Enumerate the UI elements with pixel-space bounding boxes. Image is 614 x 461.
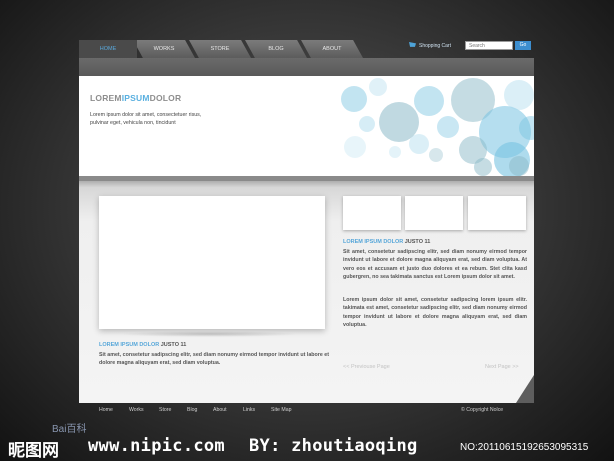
shopping-cart-link[interactable]: Shopping Cart — [409, 42, 451, 49]
title-blue: LOREM IPSUM DOLOR — [343, 239, 404, 245]
bubble-circle — [429, 148, 443, 162]
footer-link-store[interactable]: Store — [159, 407, 171, 413]
bubble-circle — [437, 116, 459, 138]
search-input[interactable]: Search — [465, 41, 513, 50]
footer-link-blog[interactable]: Blog — [187, 407, 197, 413]
bubble-circle — [504, 80, 534, 110]
title-dark: JUSTO 11 — [160, 342, 187, 348]
thumbnail-3[interactable] — [468, 196, 526, 230]
thumbnail-2[interactable] — [405, 196, 463, 230]
footer-link-about[interactable]: About — [213, 407, 227, 413]
cart-icon — [409, 42, 416, 47]
footer-link-links[interactable]: Links — [243, 407, 255, 413]
right-section-title: LOREM IPSUM DOLOR JUSTO 11 — [343, 239, 430, 245]
tab-works[interactable]: WORKS — [133, 40, 195, 58]
tab-label: BLOG — [268, 46, 284, 52]
bubble-circle — [369, 78, 387, 96]
header-bar — [79, 58, 534, 76]
tab-label: ABOUT — [322, 46, 342, 52]
tab-store[interactable]: STORE — [189, 40, 251, 58]
bubble-circle — [474, 158, 492, 176]
bubble-circle — [359, 116, 375, 132]
bubble-circle — [389, 146, 401, 158]
page-container: LOREMIPSUMDOLOR Lorem ipsum dolor sit am… — [79, 58, 534, 403]
corner-fold — [516, 375, 534, 403]
thumbnail-1[interactable] — [343, 196, 401, 230]
watermark-site: www.nipic.com — [88, 436, 225, 456]
left-paragraph: Sit amet, consetetur sadipscing elitr, s… — [99, 352, 329, 367]
footer-link-sitemap[interactable]: Site Map — [271, 407, 291, 413]
footer-link-works[interactable]: Works — [129, 407, 144, 413]
hero-title-part: LOREM — [90, 93, 122, 103]
previous-page-link[interactable]: << Previouse Page — [343, 364, 390, 370]
hero-text: Lorem ipsum dolor sit amet, consectetuer… — [90, 112, 202, 126]
tab-blog[interactable]: BLOG — [245, 40, 307, 58]
left-section-title: LOREM IPSUM DOLOR JUSTO 11 — [99, 342, 186, 348]
main-image-placeholder — [99, 196, 325, 329]
hero-title-part: IPSUM — [121, 93, 150, 103]
tab-label: HOME — [99, 46, 117, 52]
watermark-author: BY: zhoutiaoqing — [249, 436, 418, 456]
search-button[interactable]: Go — [515, 41, 531, 50]
footer-link-home[interactable]: Home — [99, 407, 113, 413]
bubble-circle — [509, 156, 529, 176]
image-shadow — [119, 331, 299, 337]
baidu-watermark: Bai百科 — [52, 424, 87, 435]
tab-label: WORKS — [153, 46, 175, 52]
hero-banner: LOREMIPSUMDOLOR Lorem ipsum dolor sit am… — [79, 76, 534, 176]
next-page-link[interactable]: Next Page >> — [485, 364, 519, 370]
right-paragraph-1: Sit amet, consetetur sadipscing elitr, s… — [343, 249, 527, 281]
tab-home[interactable]: HOME — [79, 40, 137, 58]
copyright: © Copyright Nolce — [461, 407, 504, 413]
cart-label: Shopping Cart — [419, 42, 451, 49]
title-blue: LOREM IPSUM DOLOR — [99, 342, 160, 348]
hero-title-part: DOLOR — [149, 93, 182, 103]
nipic-watermark: 昵图网 www.nipic.com BY: zhoutiaoqing NO:20… — [8, 434, 614, 461]
top-nav: WORKS STORE BLOG ABOUT HOME Shopping Car… — [79, 40, 534, 58]
content-area: LOREM IPSUM DOLOR JUSTO 11 Sit amet, con… — [79, 176, 534, 403]
bubble-circle — [409, 134, 429, 154]
bubble-circle — [344, 136, 366, 158]
bubble-circle — [341, 86, 367, 112]
bubble-circle — [414, 86, 444, 116]
tab-about[interactable]: ABOUT — [301, 40, 363, 58]
watermark-logo: 昵图网 — [8, 441, 59, 461]
title-dark: JUSTO 11 — [404, 239, 431, 245]
right-paragraph-2: Lorem ipsum dolor sit amet, consetetur s… — [343, 297, 527, 329]
watermark-number: NO:20110615192653095315 — [460, 442, 589, 453]
hero-title: LOREMIPSUMDOLOR — [90, 93, 181, 103]
tab-label: STORE — [210, 46, 230, 52]
footer: Home Works Store Blog About Links Site M… — [79, 404, 534, 418]
